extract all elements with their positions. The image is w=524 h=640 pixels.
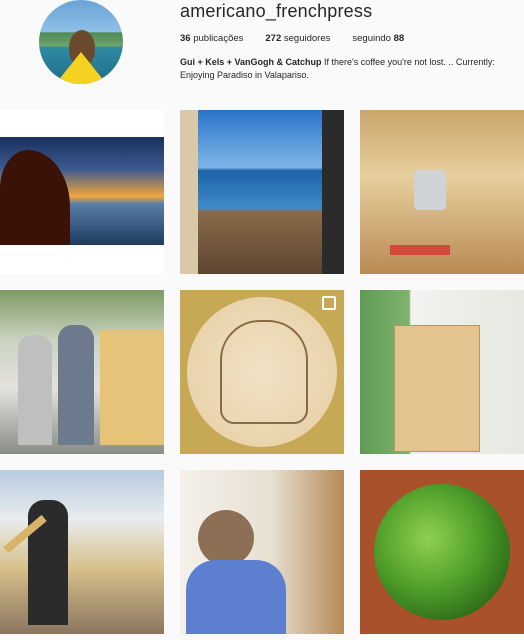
post-tile-8[interactable]: [180, 470, 344, 634]
profile-avatar[interactable]: [39, 0, 123, 84]
multiple-images-icon: [322, 296, 336, 310]
posts-grid: [0, 110, 524, 640]
woman-hair: [198, 510, 254, 566]
person-right: [58, 325, 94, 445]
bus-carving: [220, 320, 308, 424]
bio-name: Gui + Kels + VanGogh & Catchup: [180, 57, 322, 67]
person-left: [18, 335, 52, 445]
post-tile-7[interactable]: [0, 470, 164, 634]
door-frame-right: [322, 110, 344, 274]
van-fridge-door: [414, 170, 446, 210]
post-tile-5[interactable]: [180, 290, 344, 454]
post-tile-1[interactable]: [0, 110, 164, 274]
profile-stats: 36 publicações 272 seguidores seguindo 8…: [180, 33, 404, 44]
following-count: 88: [393, 33, 405, 44]
profile-header: americano_frenchpress 36 publicações 272…: [0, 0, 524, 108]
following-label: seguindo: [352, 33, 391, 44]
post-tile-3[interactable]: [360, 110, 524, 274]
wooden-cabinet: [394, 325, 480, 452]
posts-label: publicações: [193, 33, 244, 44]
post-tile-4[interactable]: [0, 290, 164, 454]
post-tile-6[interactable]: [360, 290, 524, 454]
builder-figure: [28, 500, 68, 625]
posts-stat[interactable]: 36 publicações: [180, 33, 243, 44]
followers-label: seguidores: [283, 33, 331, 44]
followers-stat[interactable]: 272 seguidores: [265, 33, 330, 44]
door-frame-left: [180, 110, 198, 274]
post-tile-9[interactable]: [360, 470, 524, 634]
van-rug: [390, 245, 450, 255]
profile-bio: Gui + Kels + VanGogh & Catchup If there'…: [180, 56, 510, 82]
following-stat[interactable]: seguindo 88: [352, 33, 404, 44]
post-tile-2[interactable]: [180, 110, 344, 274]
avatar-boat-shape: [49, 52, 113, 84]
woman-body: [186, 560, 286, 634]
peppers-bowl-photo: [374, 484, 510, 620]
posts-count: 36: [180, 33, 191, 44]
van-side: [100, 330, 164, 445]
followers-count: 272: [265, 33, 282, 44]
profile-username[interactable]: americano_frenchpress: [180, 1, 372, 22]
